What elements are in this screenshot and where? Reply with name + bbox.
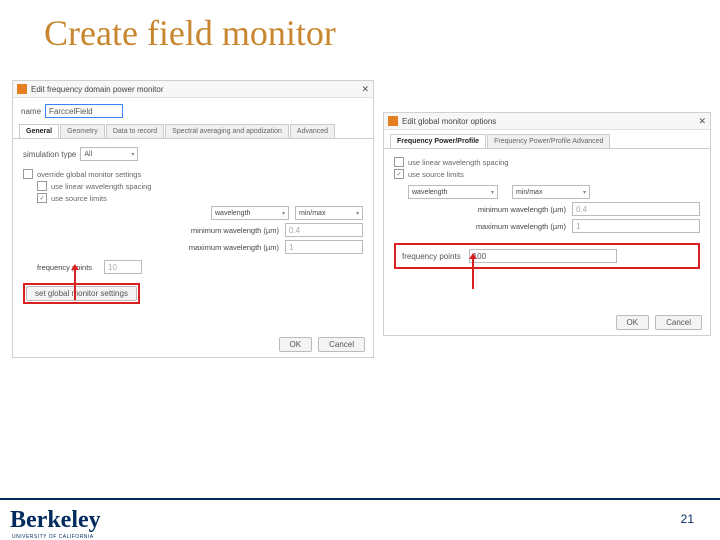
freqpoints-label-right: frequency points: [402, 252, 461, 261]
set-global-button[interactable]: set global monitor settings: [26, 286, 137, 301]
linear-label: use linear wavelength spacing: [51, 182, 151, 191]
wavelength-select-right[interactable]: wavelength: [408, 185, 498, 199]
arrow-icon: [74, 270, 76, 300]
close-icon[interactable]: ✕: [361, 84, 369, 95]
page-number: 21: [681, 512, 694, 526]
simtype-select[interactable]: All: [80, 147, 138, 161]
freqpoints-input-right[interactable]: 100: [469, 249, 617, 263]
maxwl-input-right[interactable]: 1: [572, 219, 700, 233]
tab-data[interactable]: Data to record: [106, 124, 164, 138]
linear-checkbox-right[interactable]: [394, 157, 404, 167]
slide-title: Create field monitor: [44, 12, 336, 54]
minwl-label: minimum wavelength (µm): [51, 226, 279, 235]
override-checkbox[interactable]: [23, 169, 33, 179]
dialog-title: Edit frequency domain power monitor: [31, 85, 361, 94]
ok-button[interactable]: OK: [279, 337, 313, 352]
wavelength-select[interactable]: wavelength: [211, 206, 289, 220]
tabs-right: Frequency Power/Profile Frequency Power/…: [384, 130, 710, 149]
freqpoints-input[interactable]: 10: [104, 260, 142, 274]
minmax-select-right[interactable]: min/max: [512, 185, 590, 199]
maxwl-label: maximum wavelength (µm): [51, 243, 279, 252]
tab-spectral[interactable]: Spectral averaging and apodization: [165, 124, 289, 138]
app-icon: [388, 116, 398, 126]
source-limits-checkbox-right[interactable]: ✓: [394, 169, 404, 179]
minwl-input-right[interactable]: 0.4: [572, 202, 700, 216]
minwl-input[interactable]: 0.4: [285, 223, 363, 237]
dialog-titlebar-right: Edit global monitor options ✕: [384, 113, 710, 130]
source-limits-label-right: use source limits: [408, 170, 464, 179]
berkeley-logo: Berkeley: [10, 507, 101, 534]
simtype-label: simulation type: [23, 150, 76, 159]
cancel-button-right[interactable]: Cancel: [655, 315, 702, 330]
linear-label-right: use linear wavelength spacing: [408, 158, 508, 167]
cancel-button[interactable]: Cancel: [318, 337, 365, 352]
berkeley-logo-sub: UNIVERSITY OF CALIFORNIA: [12, 534, 94, 540]
linear-checkbox[interactable]: [37, 181, 47, 191]
app-icon: [17, 84, 27, 94]
close-icon[interactable]: ✕: [698, 116, 706, 127]
tab-freq-profile[interactable]: Frequency Power/Profile: [390, 134, 486, 148]
dialog-title-right: Edit global monitor options: [402, 117, 698, 126]
tabs: General Geometry Data to record Spectral…: [13, 120, 373, 139]
tab-advanced[interactable]: Advanced: [290, 124, 335, 138]
tab-geometry[interactable]: Geometry: [60, 124, 105, 138]
name-input[interactable]: FarccelField: [45, 104, 123, 118]
source-limits-checkbox[interactable]: ✓: [37, 193, 47, 203]
dialog-titlebar: Edit frequency domain power monitor ✕: [13, 81, 373, 98]
minwl-label-right: minimum wavelength (µm): [408, 205, 566, 214]
tab-freq-advanced[interactable]: Frequency Power/Profile Advanced: [487, 134, 610, 148]
name-label: name: [21, 107, 41, 116]
arrow-icon: [472, 259, 474, 289]
freqpoints-label: frequency points: [37, 263, 92, 272]
slide-footer: Berkeley UNIVERSITY OF CALIFORNIA 21: [0, 484, 720, 540]
edit-monitor-dialog: Edit frequency domain power monitor ✕ na…: [12, 80, 374, 358]
maxwl-input[interactable]: 1: [285, 240, 363, 254]
maxwl-label-right: maximum wavelength (µm): [408, 222, 566, 231]
minmax-select[interactable]: min/max: [295, 206, 363, 220]
source-limits-label: use source limits: [51, 194, 107, 203]
global-options-dialog: Edit global monitor options ✕ Frequency …: [383, 112, 711, 336]
override-label: override global monitor settings: [37, 170, 141, 179]
tab-general[interactable]: General: [19, 124, 59, 138]
ok-button-right[interactable]: OK: [616, 315, 650, 330]
